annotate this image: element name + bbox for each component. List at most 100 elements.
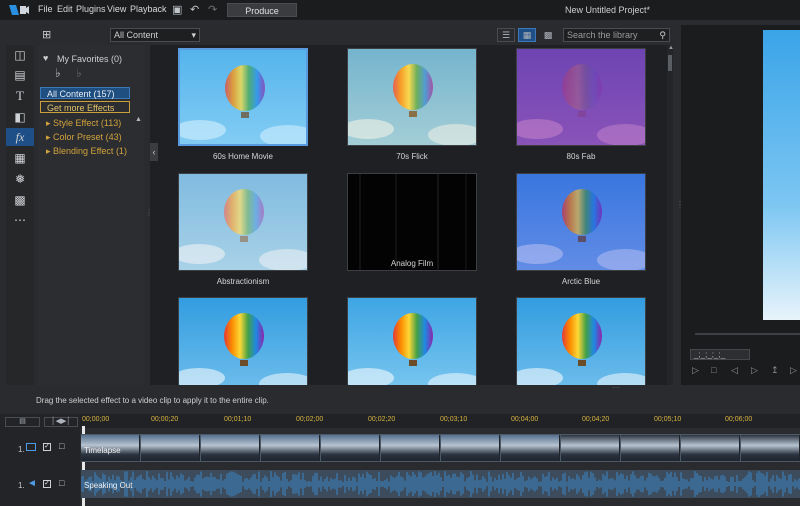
category-label: Blending Effect [53,146,114,156]
menu-file[interactable]: File [38,4,53,14]
timeline-tick-label: 00;03;10 [440,416,468,423]
audio-clip[interactable] [81,470,800,498]
stop-icon[interactable]: □ [711,365,716,375]
audio-track-number: 1. [18,481,25,490]
audio-waveform [81,471,800,497]
balloon-image [348,298,476,385]
preview-seek-bar[interactable] [695,333,800,335]
gallery-resize-handle[interactable]: … [612,381,620,390]
add-tag-icon[interactable]: ♭ [55,66,61,80]
effect-label: Arctic Blue [561,277,601,286]
save-icon[interactable]: ▣ [172,3,182,16]
panel-scroll-up-icon[interactable]: ▲ [135,116,142,123]
produce-button[interactable]: Produce [227,3,297,17]
more-icon[interactable]: ⋯ [6,211,34,229]
effect-label: Analog Film [390,259,434,268]
video-track-lock-icon[interactable]: □ [59,441,64,451]
audio-clip-label: Speaking Out [84,481,133,490]
redo-icon[interactable]: ↷ [208,3,217,16]
audio-track-lock-icon[interactable]: □ [59,478,64,488]
timeline-tick-label: 00;02;00 [296,416,324,423]
effect-thumbnail[interactable] [178,48,308,146]
effect-label: 60s Home Movie [212,152,274,161]
category-color-preset[interactable]: ▸ Color Preset (43) [40,131,130,143]
title-room-icon[interactable]: T [6,87,34,105]
content-filter-select[interactable]: All Content ▾ [110,28,200,42]
category-style-effect[interactable]: ▸ Style Effect (113) [40,117,130,129]
effect-thumbnail[interactable] [178,173,308,271]
scroll-up-icon[interactable]: ▲ [668,45,674,51]
search-placeholder: Search the library [567,30,638,40]
large-grid-view-button[interactable]: ▩ [539,28,557,42]
timeline-tick-label: 00;01;10 [224,416,252,423]
fast-forward-icon[interactable]: ↥ [771,365,779,376]
category-label: Color Preset [53,132,104,142]
timeline-tick-label: 00;00;00 [82,416,110,423]
menu-bar: File Edit Plugins View Playback ▣ ↶ ↷ Pr… [0,0,800,20]
menu-plugins[interactable]: Plugins [76,4,106,14]
balloon-image [517,298,645,385]
list-view-button[interactable]: ☰ [497,28,515,42]
video-clip[interactable] [81,434,800,462]
remove-tag-icon[interactable]: ♭ [76,66,82,80]
pip-room-icon[interactable]: ▦ [6,149,34,167]
search-icon[interactable]: ⚲ [659,29,666,41]
undo-icon[interactable]: ↶ [190,3,199,16]
effect-thumbnail[interactable] [516,48,646,146]
track-manager-button[interactable]: ▤ [5,417,40,427]
play-icon[interactable]: ▷ [692,365,699,376]
gallery-scrollbar[interactable] [667,45,673,385]
audio-track-enable-checkbox[interactable]: ✓ [43,480,51,488]
effects-gallery: 60s Home Movie 70s Flick 80s Fab Abstractio… [150,45,668,385]
effect-label: 70s Flick [396,152,428,161]
transition-room-icon[interactable]: ◧ [6,108,34,126]
balloon-image [179,298,307,385]
balloon-image [179,174,307,270]
collapse-panel-button[interactable]: ‹ [150,143,158,161]
my-favorites-label[interactable]: My Favorites (0) [57,54,122,64]
category-all-content[interactable]: All Content (157) [40,87,130,99]
grid-view-button[interactable]: ▦ [518,28,536,42]
media-room-icon[interactable]: ◫ [6,46,34,64]
balloon-image [180,50,306,144]
video-clip-label: Timelapse [84,446,121,455]
video-track-number: 1. [18,445,25,454]
next-frame-icon[interactable]: ▷ [751,365,758,376]
video-track-icon [26,443,36,451]
get-more-effects-button[interactable]: Get more Effects [40,101,130,113]
content-filter-value: All Content [114,30,159,40]
track-header-column [0,414,80,506]
previous-frame-icon[interactable]: ◁ [731,365,738,376]
effect-thumbnail[interactable] [347,48,477,146]
preview-resize-handle[interactable]: ⋮ [676,200,684,209]
effect-thumbnail[interactable] [347,297,477,385]
effect-thumbnail[interactable] [516,297,646,385]
library-search-input[interactable]: Search the library ⚲ [563,28,670,42]
particle-room-icon[interactable]: ❅ [6,170,34,188]
effect-thumbnail[interactable] [178,297,308,385]
gallery-scroll-thumb[interactable] [668,55,672,71]
room-icon-bar: ◫ ▤ T ◧ fx ▦ ❅ ▩ ⋯ [6,45,34,385]
fx-effects-icon[interactable]: fx [6,128,34,146]
category-blending-effect[interactable]: ▸ Blending Effect (1) [40,145,130,157]
import-media-icon[interactable]: ⊞ [42,28,51,41]
category-count: (1) [115,146,127,156]
category-label: Style Effect [53,118,99,128]
video-frame-thumbnail [561,435,620,461]
menu-view[interactable]: View [107,4,126,14]
video-frame-thumbnail [621,435,680,461]
mask-room-icon[interactable]: ▩ [6,191,34,209]
menu-edit[interactable]: Edit [57,4,73,14]
fit-fill-icon[interactable]: ▤ [6,66,34,84]
video-frame-thumbnail [261,435,320,461]
balloon-image [348,49,476,145]
video-frame-thumbnail [441,435,500,461]
fit-timeline-button[interactable]: │◀▶│ [44,417,78,427]
timeline-tick-label: 00;02;20 [368,416,396,423]
effect-thumbnail[interactable] [347,173,477,271]
video-track-enable-checkbox[interactable]: ✓ [43,443,51,451]
snapshot-icon[interactable]: ▷ [790,365,797,376]
effect-thumbnail[interactable] [516,173,646,271]
timecode-field[interactable]: _;_;_;_;_ [690,349,750,360]
menu-playback[interactable]: Playback [130,4,167,14]
